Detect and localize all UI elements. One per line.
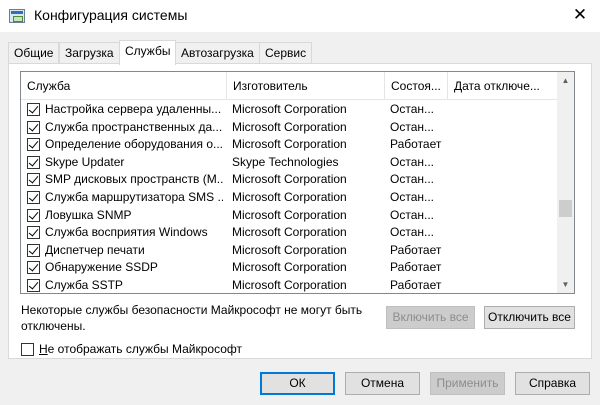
window-title: Конфигурация системы — [34, 7, 188, 23]
service-checkbox[interactable] — [27, 226, 40, 240]
tab-startup[interactable]: Автозагрузка — [175, 42, 260, 64]
service-status: Остан... — [390, 172, 434, 187]
services-rows: Настройка сервера удаленны... Microsoft … — [21, 101, 558, 293]
services-list[interactable]: Служба Изготовитель Состоя... Дата отклю… — [20, 71, 575, 294]
service-manufacturer: Microsoft Corporation — [232, 172, 347, 187]
service-status: Работает — [390, 277, 442, 292]
table-row[interactable]: SMP дисковых пространств (M... Microsoft… — [21, 171, 558, 189]
service-name: Ловушка SNMP — [45, 207, 132, 222]
column-header-disable-date[interactable]: Дата отключе... — [448, 72, 558, 100]
service-name: Диспетчер печати — [45, 242, 145, 257]
service-status: Работает — [390, 260, 442, 275]
service-checkbox[interactable] — [27, 190, 40, 204]
column-header-manufacturer[interactable]: Изготовитель — [227, 72, 384, 100]
service-checkbox[interactable] — [27, 120, 40, 134]
service-checkbox[interactable] — [27, 261, 40, 275]
table-row[interactable]: Настройка сервера удаленны... Microsoft … — [21, 101, 558, 119]
security-services-note: Некоторые службы безопасности Майкрософт… — [21, 303, 363, 333]
list-header: Служба Изготовитель Состоя... Дата отклю… — [21, 72, 558, 100]
tab-services[interactable]: Службы — [119, 40, 177, 65]
tab-general[interactable]: Общие — [8, 42, 60, 64]
service-manufacturer: Microsoft Corporation — [232, 137, 347, 152]
enable-all-button[interactable]: Включить все — [386, 306, 475, 329]
scroll-down-arrow-icon[interactable]: ▼ — [557, 276, 574, 293]
service-name: SMP дисковых пространств (M... — [45, 172, 223, 187]
table-row[interactable]: Определение оборудования о... Microsoft … — [21, 136, 558, 154]
scroll-up-arrow-icon[interactable]: ▲ — [557, 72, 574, 89]
service-name: Служба SSTP — [45, 277, 123, 292]
service-status: Остан... — [390, 119, 434, 134]
service-checkbox[interactable] — [27, 155, 40, 169]
table-row[interactable]: Служба маршрутизатора SMS ... Microsoft … — [21, 189, 558, 207]
service-status: Работает — [390, 137, 442, 152]
ok-button[interactable]: ОК — [260, 372, 335, 395]
close-button[interactable]: ✕ — [560, 0, 600, 30]
service-manufacturer: Microsoft Corporation — [232, 102, 347, 116]
service-status: Остан... — [390, 154, 434, 169]
service-name: Служба восприятия Windows — [45, 225, 208, 240]
tab-tools[interactable]: Сервис — [259, 42, 313, 64]
service-manufacturer: Microsoft Corporation — [232, 225, 347, 240]
system-configuration-icon — [9, 9, 25, 23]
service-manufacturer: Microsoft Corporation — [232, 242, 347, 257]
table-row[interactable]: Обнаружение SSDP Microsoft Corporation Р… — [21, 259, 558, 277]
table-row[interactable]: Служба SSTP Microsoft Corporation Работа… — [21, 277, 558, 293]
service-status: Остан... — [390, 189, 434, 204]
hide-microsoft-services-checkbox[interactable] — [21, 343, 34, 356]
service-manufacturer: Microsoft Corporation — [232, 277, 347, 292]
tab-boot[interactable]: Загрузка — [59, 42, 120, 64]
table-row[interactable]: Skype Updater Skype Technologies Остан..… — [21, 154, 558, 172]
table-row[interactable]: Служба восприятия Windows Microsoft Corp… — [21, 224, 558, 242]
service-status: Остан... — [390, 225, 434, 240]
service-name: Настройка сервера удаленны... — [45, 102, 222, 116]
service-checkbox[interactable] — [27, 173, 40, 187]
service-checkbox[interactable] — [27, 208, 40, 222]
hide-microsoft-services-label-accesskey: Н — [39, 342, 48, 356]
service-checkbox[interactable] — [27, 278, 40, 292]
service-manufacturer: Microsoft Corporation — [232, 260, 347, 275]
service-status: Остан... — [390, 207, 434, 222]
column-header-status[interactable]: Состоя... — [385, 72, 447, 100]
service-manufacturer: Microsoft Corporation — [232, 189, 347, 204]
service-manufacturer: Skype Technologies — [232, 154, 339, 169]
hide-microsoft-services-label[interactable]: Не отображать службы Майкрософт — [39, 341, 242, 357]
service-status: Остан... — [390, 102, 434, 116]
apply-button[interactable]: Применить — [430, 372, 505, 395]
service-checkbox[interactable] — [27, 103, 40, 116]
table-row[interactable]: Диспетчер печати Microsoft Corporation Р… — [21, 242, 558, 260]
service-manufacturer: Microsoft Corporation — [232, 207, 347, 222]
service-name: Служба пространственных да... — [45, 119, 223, 134]
service-name: Обнаружение SSDP — [45, 260, 158, 275]
disable-all-button[interactable]: Отключить все — [484, 306, 575, 329]
service-name: Определение оборудования о... — [45, 137, 223, 152]
table-row[interactable]: Служба пространственных да... Microsoft … — [21, 119, 558, 137]
service-name: Служба маршрутизатора SMS ... — [45, 189, 223, 204]
scroll-thumb[interactable] — [559, 200, 572, 217]
title-bar: Конфигурация системы ✕ — [0, 0, 600, 32]
service-name: Skype Updater — [45, 154, 125, 169]
service-checkbox[interactable] — [27, 243, 40, 257]
cancel-button[interactable]: Отмена — [345, 372, 420, 395]
help-button[interactable]: Справка — [515, 372, 590, 395]
service-manufacturer: Microsoft Corporation — [232, 119, 347, 134]
vertical-scrollbar[interactable]: ▲ ▼ — [557, 72, 574, 293]
service-checkbox[interactable] — [27, 138, 40, 152]
hide-microsoft-services-label-text: е отображать службы Майкрософт — [47, 342, 243, 356]
table-row[interactable]: Ловушка SNMP Microsoft Corporation Остан… — [21, 207, 558, 225]
service-status: Работает — [390, 242, 442, 257]
column-header-service[interactable]: Служба — [21, 72, 226, 100]
